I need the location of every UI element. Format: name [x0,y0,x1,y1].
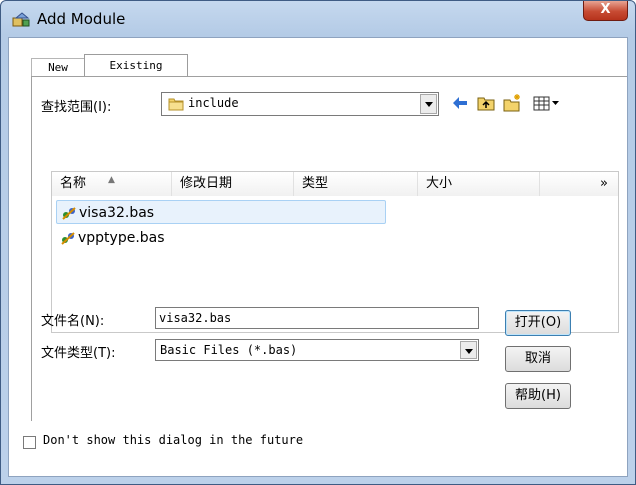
column-type[interactable]: 类型 [294,172,418,196]
filetype-label: 文件类型(T): [41,346,116,361]
bas-module-icon [62,207,76,220]
file-item-visa32[interactable]: visa32.bas [56,200,386,224]
dont-show-checkbox[interactable] [23,436,36,449]
close-button[interactable]: X [583,1,628,21]
filename-label: 文件名(N): [41,314,105,329]
column-modified[interactable]: 修改日期 [172,172,294,196]
help-button[interactable]: 帮助(H) [505,383,571,409]
bas-module-icon [61,232,75,245]
look-in-dropdown-arrow[interactable] [420,94,437,114]
dialog-body: New Existing 查找范围(I): include 名称 ▲ 修改日期 … [8,37,628,477]
filetype-combo[interactable]: Basic Files (*.bas) [155,339,479,361]
look-in-combo[interactable]: include [161,92,439,116]
open-button[interactable]: 打开(O) [505,310,571,336]
filetype-dropdown-arrow[interactable] [460,341,477,359]
vb-app-icon [12,12,30,27]
dont-show-label[interactable]: Don't show this dialog in the future [43,433,303,447]
window-title: Add Module [37,10,126,28]
column-size[interactable]: 大小 [418,172,540,196]
title-bar[interactable]: Add Module X [1,1,635,37]
more-columns-button[interactable]: » [540,172,618,196]
tab-existing[interactable]: Existing [84,54,188,76]
look-in-label: 查找范围(I): [41,100,112,115]
view-menu-icon[interactable] [531,92,561,114]
add-module-dialog: Add Module X New Existing 查找范围(I): inclu… [0,0,636,485]
cancel-button[interactable]: 取消 [505,346,571,372]
close-icon: X [600,2,611,17]
up-folder-icon[interactable] [475,92,497,114]
back-arrow-icon[interactable] [449,92,471,114]
folder-icon [168,98,184,111]
tab-new[interactable]: New [31,58,85,77]
new-folder-icon[interactable] [501,92,523,114]
sort-ascending-icon: ▲ [108,175,115,185]
column-name[interactable]: 名称 ▲ [52,172,172,196]
filename-input[interactable]: visa32.bas [155,307,479,329]
file-item-vpptype[interactable]: vpptype.bas [56,226,256,250]
filetype-value: Basic Files (*.bas) [160,343,298,357]
tab-panel-edge [187,76,627,77]
look-in-value: include [188,96,239,110]
